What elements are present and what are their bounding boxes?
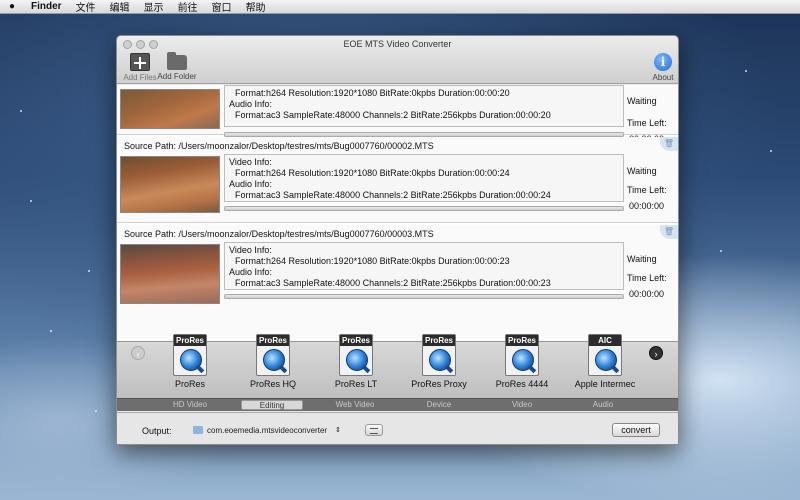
chevron-right-icon[interactable]: › xyxy=(649,346,663,360)
tab-device[interactable]: Device xyxy=(404,400,474,409)
info-icon: i xyxy=(654,53,672,71)
source-path-value: /Users/moonzalor/Desktop/testres/mts/Bug… xyxy=(178,229,434,239)
apple-icon[interactable]: ● xyxy=(0,1,24,12)
add-folder-button[interactable]: Add Folder xyxy=(155,52,199,81)
media-info: Video Info: Format:h264 Resolution:1920*… xyxy=(224,154,624,202)
category-tabs: HD Video Editing Web Video Device Video … xyxy=(117,398,678,411)
folder-icon xyxy=(193,426,203,434)
folder-icon xyxy=(167,52,187,70)
quicktime-icon: ProRes xyxy=(339,334,373,376)
add-files-icon xyxy=(130,53,150,71)
audio-info-value: Format:ac3 SampleRate:48000 Channels:2 B… xyxy=(235,278,551,288)
format-label: ProRes 4444 xyxy=(495,379,549,389)
format-prores[interactable]: ProRes ProRes xyxy=(150,334,230,389)
media-info: Format:h264 Resolution:1920*1080 BitRate… xyxy=(224,85,624,127)
time-left-label: Time Left: xyxy=(627,273,667,283)
about-button[interactable]: i About xyxy=(641,53,678,82)
audio-info-value: Format:ac3 SampleRate:48000 Channels:2 B… xyxy=(235,190,551,200)
format-label: Apple Intermec xyxy=(574,379,636,389)
output-label: Output: xyxy=(142,426,172,436)
progress-bar xyxy=(224,294,624,299)
menu-go[interactable]: 前往 xyxy=(171,0,205,14)
audio-info-value: Format:ac3 SampleRate:48000 Channels:2 B… xyxy=(235,110,551,120)
video-thumbnail xyxy=(120,156,220,213)
app-window: EOE MTS Video Converter Add Files Add Fo… xyxy=(116,35,679,445)
chevron-left-icon[interactable]: ‹ xyxy=(131,346,145,360)
time-left-label: Time Left: xyxy=(627,185,667,195)
browse-button[interactable] xyxy=(365,424,383,436)
quicktime-icon: ProRes xyxy=(256,334,290,376)
list-item[interactable]: Format:h264 Resolution:1920*1080 BitRate… xyxy=(117,85,678,144)
video-info-value: Format:h264 Resolution:1920*1080 BitRate… xyxy=(235,256,510,266)
format-prores-4444[interactable]: ProRes ProRes 4444 xyxy=(482,334,562,389)
quicktime-icon: AIC xyxy=(588,334,622,376)
time-left-value: 00:00:00 xyxy=(629,289,665,299)
chevron-updown-icon[interactable]: ⇕ xyxy=(335,426,341,434)
about-label: About xyxy=(652,73,674,82)
window-title: EOE MTS Video Converter xyxy=(343,39,452,49)
format-prores-proxy[interactable]: ProRes ProRes Proxy xyxy=(399,334,479,389)
video-info-label: Video Info: xyxy=(229,245,272,255)
video-info-label: Video Info: xyxy=(229,157,272,167)
menu-window[interactable]: 窗口 xyxy=(205,0,239,14)
audio-info-label: Audio Info: xyxy=(229,267,273,277)
format-label: ProRes HQ xyxy=(249,379,296,389)
menu-view[interactable]: 显示 xyxy=(137,0,171,14)
menu-finder[interactable]: Finder xyxy=(24,1,69,12)
time-left-label: Time Left: xyxy=(627,118,667,128)
status-text: Waiting xyxy=(627,96,657,106)
format-label: ProRes Proxy xyxy=(411,379,467,389)
tab-editing[interactable]: Editing xyxy=(241,400,303,410)
quicktime-icon: ProRes xyxy=(422,334,456,376)
video-info-value: Format:h264 Resolution:1920*1080 BitRate… xyxy=(235,88,510,98)
trash-icon[interactable]: 🗑 xyxy=(660,225,678,239)
add-folder-label: Add Folder xyxy=(157,72,197,81)
menu-bar: ● Finder 文件 编辑 显示 前往 窗口 帮助 xyxy=(0,0,800,14)
menu-help[interactable]: 帮助 xyxy=(239,0,273,14)
video-thumbnail xyxy=(120,89,220,129)
video-info-value: Format:h264 Resolution:1920*1080 BitRate… xyxy=(235,168,510,178)
quicktime-icon: ProRes xyxy=(505,334,539,376)
format-label: ProRes xyxy=(174,379,205,389)
output-path-select[interactable]: com.eoemedia.mtsvideoconverter xyxy=(207,426,327,435)
convert-button[interactable]: convert xyxy=(612,423,660,437)
output-bar: Output: com.eoemedia.mtsvideoconverter ⇕… xyxy=(117,412,678,444)
status-text: Waiting xyxy=(627,166,657,176)
status-text: Waiting xyxy=(627,254,657,264)
progress-bar xyxy=(224,206,624,211)
source-path-value: /Users/moonzalor/Desktop/testres/mts/Bug… xyxy=(178,141,434,151)
tab-hd-video[interactable]: HD Video xyxy=(155,400,225,409)
source-path: Source Path: /Users/moonzalor/Desktop/te… xyxy=(124,229,434,239)
file-list[interactable]: Format:h264 Resolution:1920*1080 BitRate… xyxy=(117,85,678,341)
audio-info-label: Audio Info: xyxy=(229,179,273,189)
format-label: ProRes LT xyxy=(334,379,378,389)
quicktime-icon: ProRes xyxy=(173,334,207,376)
video-thumbnail xyxy=(120,244,220,304)
source-path-label: Source Path: xyxy=(124,141,177,151)
title-bar: EOE MTS Video Converter Add Files Add Fo… xyxy=(117,36,678,84)
tab-audio[interactable]: Audio xyxy=(568,400,638,409)
source-path-label: Source Path: xyxy=(124,229,177,239)
media-info: Video Info: Format:h264 Resolution:1920*… xyxy=(224,242,624,290)
audio-info-label: Audio Info: xyxy=(229,99,273,109)
tab-video[interactable]: Video xyxy=(487,400,557,409)
format-prores-lt[interactable]: ProRes ProRes LT xyxy=(316,334,396,389)
tab-web-video[interactable]: Web Video xyxy=(320,400,390,409)
list-item[interactable]: 🗑 Source Path: /Users/moonzalor/Desktop/… xyxy=(117,225,678,341)
menu-file[interactable]: 文件 xyxy=(69,0,103,14)
source-path: Source Path: /Users/moonzalor/Desktop/te… xyxy=(124,141,434,151)
menu-edit[interactable]: 编辑 xyxy=(103,0,137,14)
list-item[interactable]: 🗑 Source Path: /Users/moonzalor/Desktop/… xyxy=(117,137,678,223)
time-left-value: 00:00:00 xyxy=(629,201,665,211)
format-aic[interactable]: AIC Apple Intermec xyxy=(563,334,647,389)
format-prores-hq[interactable]: ProRes ProRes HQ xyxy=(233,334,313,389)
trash-icon[interactable]: 🗑 xyxy=(660,137,678,151)
